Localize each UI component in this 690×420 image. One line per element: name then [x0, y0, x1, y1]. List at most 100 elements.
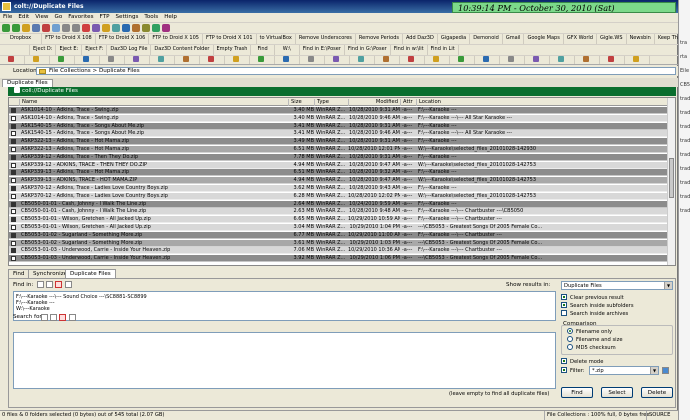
row-checkbox[interactable] [11, 256, 16, 262]
find-button[interactable]: Find [251, 45, 275, 55]
find-lit-button[interactable]: Find in Lit [428, 45, 459, 55]
fav-gigapedia[interactable]: Gigapedia [438, 34, 471, 44]
col-header-type[interactable]: Type [314, 99, 348, 106]
fav-keep-them-free[interactable]: Keep Them Free [655, 34, 678, 44]
find-g-poser-button[interactable]: Find in G:\Poser [345, 45, 391, 55]
row-checkbox[interactable] [11, 209, 16, 215]
row-checkbox[interactable] [11, 225, 16, 230]
table-row[interactable]: ASKP339-12 - Adkins, Trace - Then They D… [9, 153, 669, 161]
drive-shortcut-button[interactable] [575, 56, 600, 64]
fav-ftp-105[interactable]: FTP to Droid X 105 [149, 34, 203, 44]
eject-d-button[interactable] [0, 45, 30, 55]
row-checkbox[interactable] [11, 108, 16, 113]
table-row[interactable]: ASKP339-13 - Adkins, Trace - Hot Mama.zi… [9, 169, 669, 177]
fav-remove-underscores[interactable]: Remove Underscores [296, 34, 356, 44]
row-checkbox[interactable] [11, 147, 16, 152]
forward-icon[interactable] [12, 24, 20, 32]
tab-duplicate-files-panel[interactable]: Duplicate Files [65, 269, 116, 278]
fav-remove-periods[interactable]: Remove Periods [356, 34, 403, 44]
back-icon[interactable] [2, 24, 10, 32]
menu-go[interactable]: Go [52, 13, 66, 20]
drive-shortcut-button[interactable] [375, 56, 400, 64]
drive-shortcut-button[interactable] [625, 56, 650, 64]
pattern-dropdown-icon[interactable] [69, 314, 76, 321]
row-checkbox[interactable] [11, 170, 16, 176]
fav-gigle[interactable]: Gigle.WS [597, 34, 627, 44]
find-dup-button[interactable]: Find [561, 387, 593, 398]
sync-icon[interactable] [152, 24, 160, 32]
menu-file[interactable]: File [0, 13, 15, 20]
table-row[interactable]: CB5053-01-01 - Wilson, Gretchen - All Ja… [9, 216, 669, 224]
properties-icon[interactable] [92, 24, 100, 32]
row-checkbox[interactable] [11, 232, 16, 238]
table-row[interactable]: ASKP339-13 - ADKINS, TRACE - HOT MAMA.ZI… [9, 177, 669, 185]
copy-pattern-icon[interactable] [50, 314, 57, 321]
sort-icon[interactable] [132, 24, 140, 32]
menu-edit[interactable]: Edit [15, 13, 32, 20]
cmp-md5-radio[interactable]: MD5 checksum [567, 344, 616, 352]
row-checkbox[interactable] [11, 162, 16, 168]
table-row[interactable]: CB5053-01-03 - Underwood, Carrie - Insid… [9, 247, 669, 255]
daz3d-log-button[interactable]: Daz3D Log File [107, 45, 152, 55]
col-header-size[interactable]: Size [288, 99, 314, 106]
eject-f-button[interactable]: Eject F: [82, 45, 108, 55]
fav-ftp-108[interactable]: FTP to Droid X 108 [42, 34, 96, 44]
table-row[interactable]: CB5053-01-02 - Sugarland - Something Mor… [9, 231, 669, 239]
row-checkbox[interactable] [11, 217, 16, 223]
drive-shortcut-button[interactable] [500, 56, 525, 64]
up-folder-icon[interactable] [22, 24, 30, 32]
eject-d-label-button[interactable]: Eject D: [30, 45, 57, 55]
drive-shortcut-button[interactable] [75, 56, 100, 64]
row-checkbox[interactable] [11, 115, 16, 121]
fav-ftp-101[interactable]: FTP to Droid X 101 [203, 34, 257, 44]
select-button[interactable]: Select [601, 387, 633, 398]
remove-icon[interactable] [55, 281, 62, 288]
row-checkbox[interactable] [11, 139, 16, 145]
col-header-modified[interactable]: Modified [348, 99, 400, 106]
row-checkbox[interactable] [11, 131, 16, 137]
col-header-name[interactable]: Name [19, 99, 295, 106]
new-pattern-icon[interactable] [41, 314, 48, 321]
w-drive-button[interactable]: W:\ [275, 45, 300, 55]
filter-input[interactable]: *.zip ▼ [589, 366, 659, 375]
drive-shortcut-button[interactable] [175, 56, 200, 64]
table-row[interactable]: ASK1014-10 - Adkins, Trace - Swing.zip 3.… [9, 114, 669, 122]
drive-shortcut-button[interactable] [100, 56, 125, 64]
tools-icon[interactable] [162, 24, 170, 32]
remove-pattern-icon[interactable] [59, 314, 66, 321]
fav-ftp-106[interactable]: FTP to Droid X 106 [96, 34, 150, 44]
location-input[interactable]: File Collections > Duplicate Files [36, 67, 676, 75]
drive-shortcut-button[interactable] [600, 56, 625, 64]
menu-settings[interactable]: Settings [112, 13, 141, 20]
daz3d-content-button[interactable]: Daz3D Content Folder [151, 45, 214, 55]
table-row[interactable]: CB5050-01-01 - Cash, Johnny - I Walk The… [9, 200, 669, 208]
find-in-path-3[interactable]: W:\---Karaoke [16, 306, 553, 312]
row-checkbox[interactable] [11, 193, 16, 199]
fav-google-maps[interactable]: Google Maps [524, 34, 564, 44]
search-icon[interactable] [122, 24, 130, 32]
table-row[interactable]: ASK1540-15 - Adkins, Trace - Songs About… [9, 122, 669, 130]
drive-shortcut-button[interactable] [125, 56, 150, 64]
table-row[interactable]: CB5053-01-01 - Wilson, Gretchen - All Ja… [9, 224, 669, 231]
fav-demonoid[interactable]: Demonoid [470, 34, 503, 44]
table-row[interactable]: ASKP370-12 - Adkins, Trace - Ladies Love… [9, 192, 669, 200]
tab-duplicate-files[interactable]: Duplicate Files [2, 79, 53, 87]
refresh-icon[interactable] [52, 24, 60, 32]
find-w-lit-button[interactable]: Find in w:\lit [391, 45, 428, 55]
row-checkbox[interactable] [11, 178, 16, 184]
cmp-filename-radio[interactable]: Filename only [567, 328, 612, 336]
table-row[interactable]: ASKP322-13 - Adkins, Trace - Hot Mama.zi… [9, 146, 669, 153]
menu-tools[interactable]: Tools [141, 13, 161, 20]
table-row[interactable]: ASKP339-12 - ADKINS, TRACE - THEN THEY D… [9, 161, 669, 169]
drive-shortcut-button[interactable] [50, 56, 75, 64]
drive-shortcut-button[interactable] [300, 56, 325, 64]
copy-icon[interactable] [62, 24, 70, 32]
new-folder-icon[interactable] [102, 24, 110, 32]
drive-shortcut-button[interactable] [325, 56, 350, 64]
drive-shortcut-button[interactable] [350, 56, 375, 64]
drive-shortcut-button[interactable] [525, 56, 550, 64]
table-row[interactable]: ASK1014-10 - Adkins, Trace - Swing.zip 3.… [9, 107, 669, 114]
drive-shortcut-button[interactable] [200, 56, 225, 64]
stop-icon[interactable] [42, 24, 50, 32]
drive-shortcut-button[interactable] [150, 56, 175, 64]
